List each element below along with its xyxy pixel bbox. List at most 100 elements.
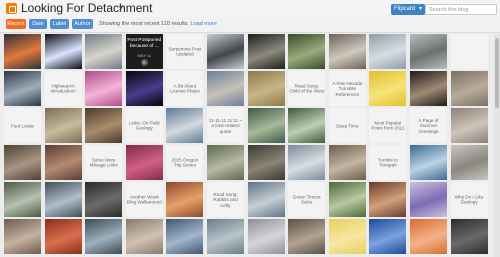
post-thumbnail[interactable] [85, 71, 123, 106]
post-text-card[interactable]: Road Song: Child of the West [288, 71, 326, 106]
post-thumbnail[interactable] [328, 145, 366, 180]
post-caption: A Bit About License Plates [169, 83, 200, 94]
post-thumbnail[interactable] [450, 145, 488, 180]
post-thumbnail[interactable] [44, 145, 82, 180]
post-thumbnail[interactable] [247, 145, 285, 180]
post-text-card[interactable]: Road Song: Rabbits and Lefty [207, 182, 244, 217]
post-thumbnail[interactable] [369, 71, 407, 106]
post-text-card[interactable]: Why Do I Like Geology [450, 182, 488, 217]
post-caption: Highway4A Introduction! [50, 83, 76, 94]
post-caption: 2015 Oregon Trip Series [171, 157, 199, 168]
tab-label[interactable]: Label [50, 19, 69, 29]
results-count-text: Showing the most recent 110 results. [99, 21, 190, 27]
post-text-card[interactable]: Some More Mileage Links [85, 145, 123, 180]
post-thumbnail[interactable] [247, 71, 285, 106]
featured-post-card[interactable]: Post Postponed because of ... MAY 11 0 [125, 34, 163, 69]
post-text-card[interactable]: Most Popular Posts from 2011 [369, 108, 407, 143]
post-thumbnail[interactable] [328, 182, 366, 217]
tab-date[interactable]: Date [29, 19, 47, 29]
filter-bar: Recent Date Label Author Showing the mos… [0, 17, 500, 33]
post-text-card[interactable] [450, 34, 488, 69]
post-thumbnail[interactable] [85, 182, 123, 217]
post-thumbnail[interactable] [288, 145, 326, 180]
featured-post-date: MAY 11 [137, 53, 152, 58]
post-thumbnail[interactable] [410, 182, 447, 217]
post-thumbnail[interactable] [85, 34, 123, 69]
post-text-card[interactable]: Serpentine Post Updated [166, 34, 204, 69]
post-thumbnail[interactable] [166, 108, 204, 143]
post-thumbnail[interactable] [369, 219, 407, 254]
scrollbar-thumb[interactable] [495, 38, 499, 108]
post-thumbnail[interactable] [328, 34, 366, 69]
results-status: Showing the most recent 110 results. Loa… [99, 21, 217, 27]
post-text-card[interactable]: A Few Nevada Turnstile References [328, 71, 366, 106]
post-text-card[interactable]: Foot Loose [4, 108, 41, 143]
post-thumbnail[interactable] [328, 219, 366, 254]
post-text-card[interactable]: Deep Time [328, 108, 366, 143]
post-thumbnail[interactable] [125, 145, 163, 180]
post-caption: Tumble to Tonopah [377, 157, 399, 168]
post-thumbnail[interactable] [44, 219, 82, 254]
post-caption: Why Do I Like Geology [454, 194, 484, 205]
post-thumbnail[interactable] [410, 145, 447, 180]
post-thumbnail[interactable] [85, 219, 123, 254]
featured-post-title: Post Postponed because of ... [127, 38, 162, 49]
post-thumbnail[interactable] [4, 145, 41, 180]
blog-title[interactable]: Looking For Detachment [21, 1, 152, 15]
post-thumbnail[interactable] [207, 219, 244, 254]
post-thumbnail[interactable] [44, 182, 82, 217]
scrollbar[interactable] [494, 34, 500, 257]
blogger-logo-icon[interactable] [6, 3, 17, 14]
post-thumbnail[interactable] [125, 219, 163, 254]
tab-recent[interactable]: Recent [6, 19, 26, 29]
post-caption: A Few Nevada Turnstile References [332, 80, 363, 97]
post-thumbnail[interactable] [247, 108, 285, 143]
post-thumbnail[interactable] [288, 108, 326, 143]
post-thumbnail[interactable] [207, 34, 244, 69]
post-thumbnail[interactable] [4, 34, 41, 69]
post-thumbnail[interactable] [4, 219, 41, 254]
post-thumbnail[interactable] [450, 219, 488, 254]
post-thumbnail[interactable] [247, 34, 285, 69]
post-thumbnail[interactable] [207, 71, 244, 106]
chevron-down-icon[interactable]: ▾ [119, 3, 123, 12]
post-text-card[interactable]: A Bit About License Plates [166, 71, 204, 106]
post-thumbnail[interactable] [410, 219, 447, 254]
post-thumbnail[interactable] [247, 182, 285, 217]
post-text-card[interactable]: 11-11-11 11:11 ~ a time-related quote [207, 108, 244, 143]
post-text-card[interactable]: Another Week Blog Walkaround [125, 182, 163, 217]
post-thumbnail[interactable] [166, 219, 204, 254]
post-thumbnail[interactable] [450, 108, 488, 143]
post-thumbnail[interactable] [369, 34, 407, 69]
post-thumbnail[interactable] [85, 108, 123, 143]
view-selector-caret-icon: ▾ [418, 6, 422, 12]
post-thumbnail[interactable] [288, 34, 326, 69]
post-caption: Road Song: Rabbits and Lefty [213, 191, 238, 208]
post-thumbnail[interactable] [207, 145, 244, 180]
post-text-card[interactable]: Highway4A Introduction! [44, 71, 82, 106]
post-text-card[interactable]: Green Timers Salve [288, 182, 326, 217]
post-thumbnail[interactable] [410, 34, 447, 69]
post-thumbnail[interactable] [44, 34, 82, 69]
load-more-link[interactable]: Load more [191, 21, 217, 27]
post-text-card[interactable]: Tumble to Tonopah [369, 145, 407, 180]
post-thumbnail[interactable] [125, 71, 163, 106]
post-text-card[interactable]: Links: On Field Geology [125, 108, 163, 143]
post-thumbnail[interactable] [450, 71, 488, 106]
post-thumbnail[interactable] [44, 108, 82, 143]
post-thumbnail[interactable] [288, 219, 326, 254]
tab-author[interactable]: Author [72, 19, 93, 29]
search-input[interactable]: Search this blog [425, 4, 497, 15]
post-text-card[interactable]: A Page of Summer Greetings [410, 108, 447, 143]
view-selector-button[interactable]: Flipcard ▾ [391, 4, 425, 15]
post-thumbnail[interactable] [369, 182, 407, 217]
post-thumbnail[interactable] [166, 182, 204, 217]
post-thumbnail[interactable] [247, 219, 285, 254]
post-caption: A Page of Summer Greetings [418, 117, 439, 134]
post-thumbnail[interactable] [4, 71, 41, 106]
post-thumbnail[interactable] [4, 182, 41, 217]
post-caption: Foot Loose [11, 122, 34, 128]
post-caption: Green Timers Salve [292, 194, 321, 205]
post-thumbnail[interactable] [410, 71, 447, 106]
post-text-card[interactable]: 2015 Oregon Trip Series [166, 145, 204, 180]
